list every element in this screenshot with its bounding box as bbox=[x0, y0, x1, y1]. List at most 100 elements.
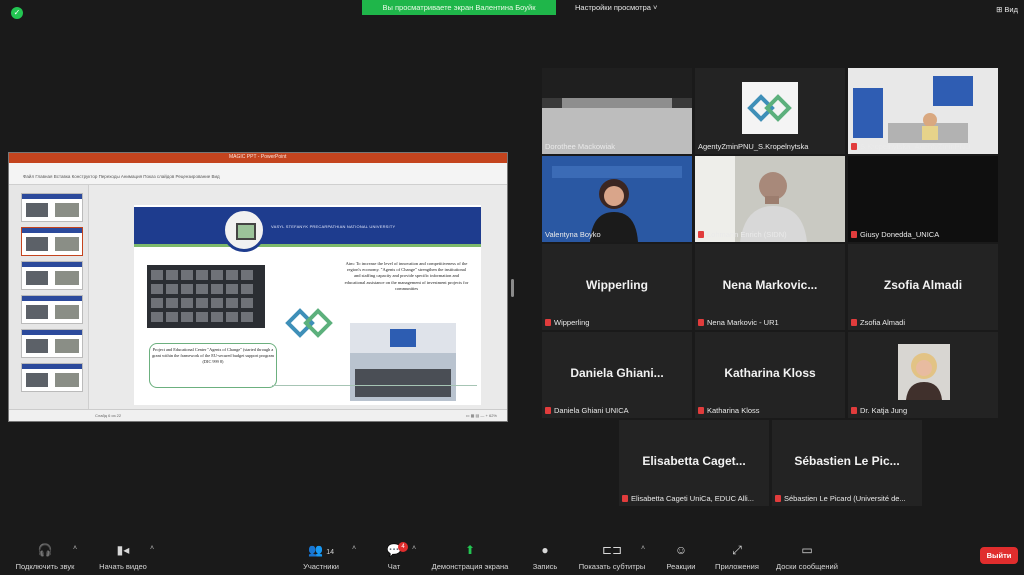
participant-label-text: Katharina Kloss bbox=[707, 406, 760, 415]
participant-name-label: Valentyna Boyko bbox=[545, 230, 688, 239]
participant-display-name: Nena Markovic... bbox=[722, 278, 818, 292]
participant-label-text: Elisabetta Cageti UniCa, EDUC Alli... bbox=[631, 494, 754, 503]
participant-label-text: Valentyna Boyko bbox=[545, 230, 601, 239]
participant-display-name: Sébastien Le Pic... bbox=[794, 454, 900, 468]
participant-label-text: Dorothee Mackowiak bbox=[545, 142, 616, 151]
participant-tile[interactable]: Sébastien Le Pic... Sébastien Le Picard (… bbox=[772, 420, 922, 506]
participants-chevron-icon[interactable]: ˄ bbox=[352, 545, 356, 552]
split-view-resize-handle[interactable] bbox=[511, 279, 514, 297]
participant-name-label: Katharina Kloss bbox=[698, 406, 841, 415]
participant-name-label: Elisabetta Cageti UniCa, EDUC Alli... bbox=[622, 494, 765, 503]
muted-mic-icon bbox=[698, 231, 704, 238]
view-options-menu[interactable]: Настройки просмотра ˅ bbox=[575, 3, 657, 12]
slide-thumbnail bbox=[21, 193, 83, 222]
participant-tile[interactable]: Wipperling Wipperling bbox=[542, 244, 692, 330]
powerpoint-ribbon: Файл Главная Вставка Конструктор Переход… bbox=[9, 163, 507, 185]
slide-photo-meeting bbox=[350, 323, 456, 401]
join-audio-button[interactable]: 🎧 Подключить звук bbox=[6, 538, 84, 575]
reactions-button[interactable]: ☺ Реакции bbox=[660, 538, 702, 575]
muted-mic-icon bbox=[545, 319, 551, 326]
participant-name-label: Lohmann Enrich (SIDN) bbox=[698, 230, 841, 239]
participant-tile[interactable]: Dr. Katja Jung bbox=[848, 332, 998, 418]
muted-mic-icon bbox=[851, 143, 857, 150]
slide-aim-text: Aim: To increase the level of innovation… bbox=[344, 261, 469, 291]
ribbon-tabs: Файл Главная Вставка Конструктор Переход… bbox=[23, 174, 220, 179]
screen-share-banner: Вы просматриваете экран Валентина Боуйк bbox=[362, 0, 556, 15]
participant-display-name: Elisabetta Caget... bbox=[642, 454, 746, 468]
whiteboard-icon: ▭ bbox=[801, 543, 813, 557]
muted-mic-icon bbox=[851, 231, 857, 238]
participant-tile[interactable]: Daniela Ghiani... Daniela Ghiani UNICA bbox=[542, 332, 692, 418]
participant-label-text: Dr. Katja Jung bbox=[860, 406, 908, 415]
participant-label-text: Wipperling bbox=[554, 318, 590, 327]
start-video-button[interactable]: ▮◂ Начать видео bbox=[88, 538, 158, 575]
participant-name-label: S.Kropelnytska_AgentyZminPNU bbox=[851, 142, 994, 151]
muted-mic-icon bbox=[775, 495, 781, 502]
participant-tile[interactable]: Lohmann Enrich (SIDN) bbox=[695, 156, 845, 242]
participant-tile[interactable]: AgentyZminPNU_S.Kropelnytska bbox=[695, 68, 845, 154]
participants-icon: 👥 14 bbox=[307, 543, 335, 557]
university-emblem-icon bbox=[222, 208, 266, 252]
powerpoint-title: MAGIC PPT - PowerPoint bbox=[229, 154, 287, 160]
participant-tile[interactable]: Valentyna Boyko bbox=[542, 156, 692, 242]
participant-name-label: Daniela Ghiani UNICA bbox=[545, 406, 688, 415]
participant-name-label: Dorothee Mackowiak bbox=[545, 142, 688, 151]
participant-label-text: S.Kropelnytska_AgentyZminPNU bbox=[860, 142, 971, 151]
participant-label-text: Sébastien Le Picard (Université de... bbox=[784, 494, 906, 503]
participant-label-text: AgentyZminPNU_S.Kropelnytska bbox=[698, 142, 809, 151]
record-button[interactable]: ● Запись bbox=[528, 538, 562, 575]
participant-name-label: AgentyZminPNU_S.Kropelnytska bbox=[698, 142, 841, 151]
apps-icon: ⤢ bbox=[732, 543, 742, 557]
slide-counter: Слайд 6 из 22 bbox=[95, 413, 122, 418]
show-captions-button[interactable]: ⊏⊐ Показать субтитры bbox=[574, 538, 650, 575]
chat-unread-badge: 4 bbox=[398, 542, 408, 552]
view-button[interactable]: ⊞ Вид bbox=[996, 5, 1018, 14]
participant-tile[interactable]: Katharina Kloss Katharina Kloss bbox=[695, 332, 845, 418]
participant-display-name: Katharina Kloss bbox=[724, 366, 816, 380]
slide-divider-line bbox=[272, 385, 477, 386]
slide-header-title: VASYL STEFANYK PRECARPATHIAN NATIONAL UN… bbox=[271, 224, 396, 229]
slide-thumbnail bbox=[21, 295, 83, 324]
slide-thumbnail bbox=[21, 363, 83, 392]
muted-mic-icon bbox=[698, 319, 704, 326]
meeting-toolbar: 🎧 Подключить звук ˄ ▮◂ Начать видео ˄ 👥 … bbox=[0, 538, 1024, 575]
participant-name-label: Giusy Donedda_UNICA bbox=[851, 230, 994, 239]
leave-meeting-button[interactable]: Выйти bbox=[980, 547, 1018, 564]
participants-button[interactable]: 👥 14 Участники bbox=[296, 538, 346, 575]
zoom-meeting-window: ✓ Вы просматриваете экран Валентина Боуй… bbox=[0, 0, 1024, 575]
slide-thumbnail bbox=[21, 329, 83, 358]
apps-button[interactable]: ⤢ Приложения bbox=[708, 538, 766, 575]
whiteboards-button[interactable]: ▭ Доски сообщений bbox=[770, 538, 844, 575]
audio-options-chevron-icon[interactable]: ˄ bbox=[73, 545, 77, 552]
participant-tile[interactable]: Giusy Donedda_UNICA bbox=[848, 156, 998, 242]
participant-name-label: Zsofia Almadi bbox=[851, 318, 994, 327]
slide-header: VASYL STEFANYK PRECARPATHIAN NATIONAL UN… bbox=[134, 207, 481, 247]
cc-icon: ⊏⊐ bbox=[601, 543, 623, 557]
powerpoint-titlebar: MAGIC PPT - PowerPoint bbox=[9, 153, 507, 163]
participant-name-label: Sébastien Le Picard (Université de... bbox=[775, 494, 918, 503]
participant-label-text: Zsofia Almadi bbox=[860, 318, 906, 327]
participant-tile[interactable]: Zsofia Almadi Zsofia Almadi bbox=[848, 244, 998, 330]
video-options-chevron-icon[interactable]: ˄ bbox=[150, 545, 154, 552]
share-screen-icon: ⬆ bbox=[464, 543, 476, 557]
powerpoint-statusbar: Слайд 6 из 22 ▭ ▦ ▤ — + 62% bbox=[9, 409, 507, 421]
participant-display-name: Daniela Ghiani... bbox=[570, 366, 664, 380]
zoom-controls[interactable]: ▭ ▦ ▤ — + 62% bbox=[466, 413, 497, 418]
shared-screen: MAGIC PPT - PowerPoint Файл Главная Вста… bbox=[8, 152, 508, 422]
chat-chevron-icon[interactable]: ˄ bbox=[412, 545, 416, 552]
participant-name-label: Nena Markovic - UR1 bbox=[698, 318, 841, 327]
participant-name-label: Wipperling bbox=[545, 318, 688, 327]
captions-chevron-icon[interactable]: ˄ bbox=[641, 545, 645, 552]
share-screen-button[interactable]: ⬆ Демонстрация экрана bbox=[425, 538, 515, 575]
participant-tile[interactable]: Nena Markovic... Nena Markovic - UR1 bbox=[695, 244, 845, 330]
slide-thumbnail-selected bbox=[21, 227, 83, 256]
slide-photo-zoom-call bbox=[147, 265, 265, 328]
participant-tile[interactable]: Dorothee Mackowiak bbox=[542, 68, 692, 154]
participant-tile[interactable]: S.Kropelnytska_AgentyZminPNU bbox=[848, 68, 998, 154]
smiley-icon: ☺ bbox=[674, 543, 688, 557]
participant-tile[interactable]: Elisabetta Caget... Elisabetta Cageti Uni… bbox=[619, 420, 769, 506]
participant-display-name: Zsofia Almadi bbox=[883, 278, 963, 292]
agents-of-change-logo-icon bbox=[285, 308, 333, 338]
security-shield-icon[interactable]: ✓ bbox=[11, 7, 23, 19]
participant-label-text: Daniela Ghiani UNICA bbox=[554, 406, 629, 415]
